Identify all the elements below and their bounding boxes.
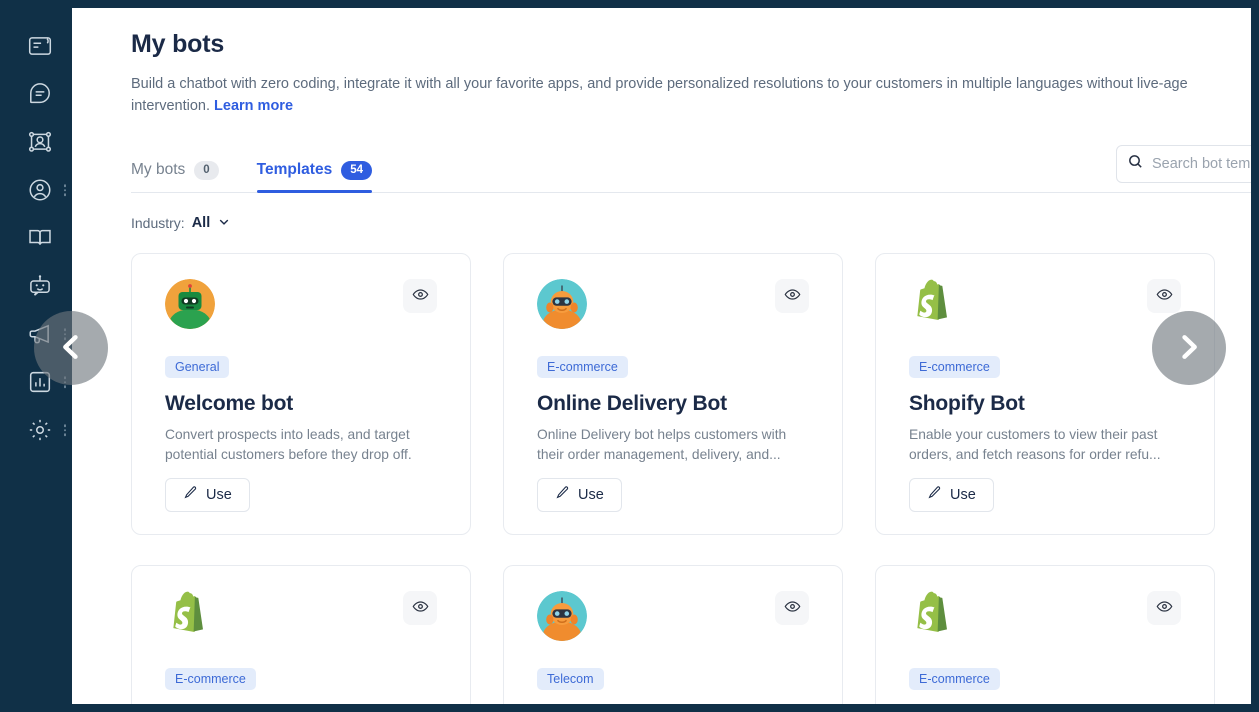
- use-button-label: Use: [206, 486, 232, 503]
- card-header: [909, 590, 1181, 651]
- search-input[interactable]: [1152, 155, 1251, 172]
- industry-filter[interactable]: Industry: All: [131, 215, 1251, 232]
- sidebar-item-chats[interactable]: [8, 70, 72, 118]
- template-card[interactable]: E-commerce Online Delivery Bot Online De…: [503, 252, 843, 535]
- eye-icon: [784, 598, 801, 618]
- chevron-down-icon: [217, 215, 231, 232]
- card-header: [165, 590, 437, 651]
- card-description: Enable your customers to view their past…: [909, 426, 1161, 462]
- sidebar-item-contacts[interactable]: [8, 118, 72, 166]
- sidebar-item-settings-menu[interactable]: [63, 424, 66, 436]
- page-title: My bots: [131, 30, 225, 58]
- book-icon: [27, 225, 53, 251]
- pencil-icon: [183, 485, 198, 504]
- industry-filter-label: Industry:: [131, 215, 185, 232]
- preview-button[interactable]: [403, 590, 437, 625]
- card-header: [165, 278, 437, 339]
- shopify-logo-avatar: [165, 591, 215, 641]
- eye-icon: [784, 286, 801, 306]
- card-description: Convert prospects into leads, and target…: [165, 426, 412, 462]
- use-button-label: Use: [950, 486, 976, 503]
- preview-button[interactable]: [775, 590, 809, 625]
- page-description: Build a chatbot with zero coding, integr…: [131, 73, 1251, 118]
- pencil-icon: [555, 485, 570, 504]
- pencil-icon: [927, 485, 942, 504]
- card-title: Welcome bot: [165, 391, 294, 415]
- card-header: [537, 278, 809, 339]
- template-card[interactable]: General Welcome bot Convert prospects in…: [131, 252, 471, 535]
- sidebar-item-bots[interactable]: [8, 262, 72, 310]
- card-description: Online Delivery bot helps customers with…: [537, 426, 787, 462]
- preview-button[interactable]: [1147, 590, 1181, 625]
- card-header: [909, 278, 1181, 339]
- use-button[interactable]: Use: [909, 477, 994, 512]
- card-tag: E-commerce: [537, 355, 628, 378]
- template-card[interactable]: E-commerce Shopify Bot Enable your custo…: [875, 252, 1215, 535]
- contacts-flow-icon: [27, 129, 53, 155]
- tab-my-bots[interactable]: My bots 0: [131, 160, 219, 192]
- chevron-left-icon: [53, 329, 89, 368]
- sidebar-item-settings[interactable]: [8, 406, 72, 454]
- card-header: [537, 590, 809, 651]
- carousel-next-button[interactable]: [1152, 311, 1226, 385]
- use-button[interactable]: Use: [537, 477, 622, 512]
- eye-icon: [412, 286, 429, 306]
- use-button[interactable]: Use: [165, 477, 250, 512]
- bot-icon: [27, 273, 53, 299]
- preview-button[interactable]: [775, 278, 809, 313]
- tab-list: My bots 0 Templates 54: [131, 145, 1251, 193]
- use-button-label: Use: [578, 486, 604, 503]
- eye-icon: [412, 598, 429, 618]
- carousel-prev-button[interactable]: [34, 311, 108, 385]
- user-circle-icon: [27, 177, 53, 203]
- sidebar-item-knowledge-base[interactable]: [8, 214, 72, 262]
- page-description-line-1: Build a chatbot with zero coding, integr…: [131, 76, 1188, 92]
- chevron-right-icon: [1171, 329, 1207, 368]
- industry-filter-value: All: [191, 215, 211, 232]
- tab-templates[interactable]: Templates 54: [256, 160, 373, 193]
- card-tag: Telecom: [537, 667, 604, 690]
- tab-my-bots-label: My bots: [131, 161, 186, 179]
- card-tag: E-commerce: [909, 667, 1000, 690]
- card-tag: General: [165, 355, 230, 378]
- shopify-logo-avatar: [909, 279, 959, 329]
- eye-icon: [1156, 286, 1173, 306]
- card-tag: E-commerce: [909, 355, 1000, 378]
- sidebar-item-profile[interactable]: [8, 166, 72, 214]
- tab-my-bots-count: 0: [194, 160, 219, 180]
- chat-icon: [27, 81, 53, 107]
- tabs-row: My bots 0 Templates 54: [131, 144, 1251, 193]
- preview-button[interactable]: [403, 278, 437, 313]
- main-content: My bots Build a chatbot with zero coding…: [72, 8, 1251, 704]
- robot-green-orange-avatar: [165, 278, 215, 329]
- robot-orange-teal-avatar: [537, 278, 587, 329]
- search-box[interactable]: [1116, 144, 1251, 183]
- search-icon: [1127, 153, 1144, 175]
- card-title: Shopify Bot: [909, 391, 1025, 415]
- shopify-logo-avatar: [909, 591, 959, 641]
- gear-icon: [27, 417, 53, 443]
- tab-templates-label: Templates: [256, 161, 333, 179]
- preview-button[interactable]: [1147, 278, 1181, 313]
- template-card[interactable]: Telecom: [503, 564, 843, 704]
- learn-more-link[interactable]: Learn more: [214, 98, 293, 114]
- sidebar-item-inbox[interactable]: [8, 22, 72, 70]
- tab-templates-count: 54: [341, 160, 372, 180]
- inbox-icon: [27, 33, 53, 59]
- app-window: My bots Build a chatbot with zero coding…: [0, 0, 1259, 712]
- sidebar-item-profile-menu[interactable]: [63, 184, 66, 196]
- page-description-line-2: intervention.: [131, 98, 210, 115]
- template-card[interactable]: E-commerce: [875, 564, 1215, 704]
- card-tag: E-commerce: [165, 667, 256, 690]
- card-title: Online Delivery Bot: [537, 391, 727, 415]
- template-card[interactable]: E-commerce: [131, 564, 471, 704]
- template-card-grid: General Welcome bot Convert prospects in…: [131, 252, 1251, 704]
- eye-icon: [1156, 598, 1173, 618]
- robot-orange-teal-avatar: [537, 590, 587, 641]
